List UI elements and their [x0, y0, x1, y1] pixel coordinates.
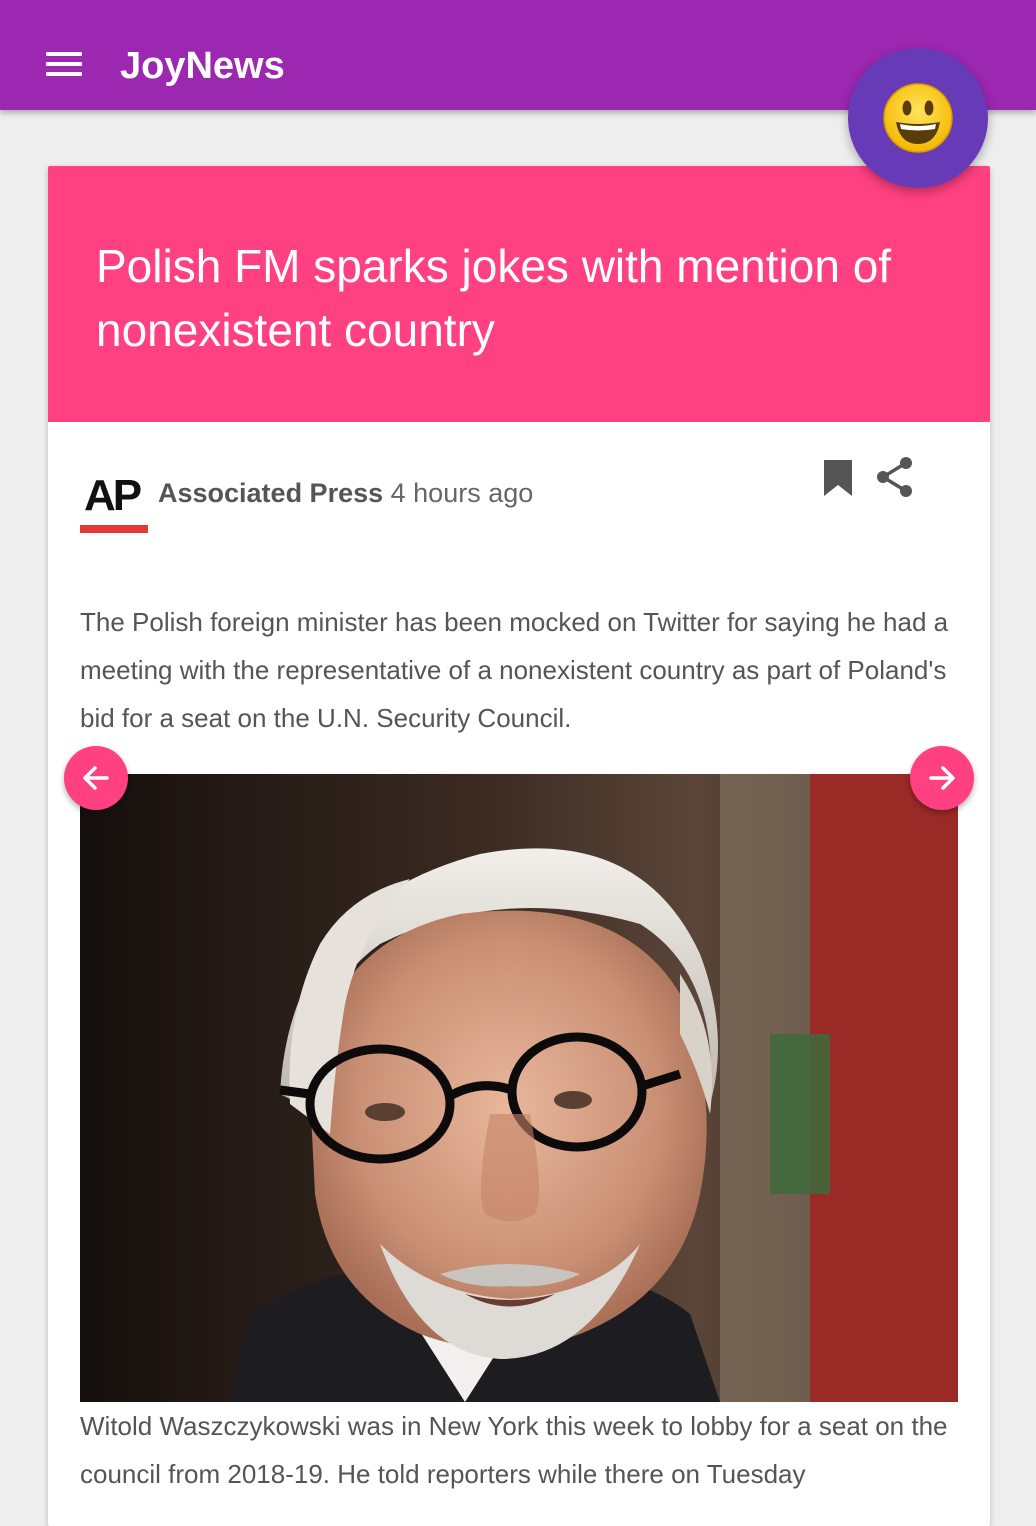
photo-caption: Witold Waszczykowski was in New York thi… [80, 1411, 948, 1489]
article-headline[interactable]: Polish FM sparks jokes with mention of n… [96, 234, 956, 362]
arrow-left-icon [83, 766, 109, 790]
smiley-face-icon [883, 83, 953, 153]
arrow-right-icon [929, 766, 955, 790]
article-summary: The Polish foreign minister has been moc… [80, 607, 949, 733]
article-card: Polish FM sparks jokes with mention of n… [48, 166, 990, 1526]
source-logo-underline [80, 525, 148, 533]
source-logo-text: AP [84, 471, 142, 520]
next-article-button[interactable] [910, 746, 974, 810]
bookmark-icon[interactable] [820, 458, 856, 498]
headline-banner: Polish FM sparks jokes with mention of n… [48, 166, 990, 422]
source-logo: AP [80, 471, 148, 533]
app-title: JoyNews [120, 45, 285, 87]
article-photo [80, 774, 958, 1402]
publish-time: 4 hours ago [390, 478, 534, 508]
share-icon[interactable] [872, 454, 918, 500]
previous-article-button[interactable] [64, 746, 128, 810]
byline: Associated Press 4 hours ago [158, 474, 533, 512]
mood-button[interactable] [848, 48, 988, 188]
hamburger-menu-icon[interactable] [46, 52, 82, 76]
source-name[interactable]: Associated Press [158, 478, 383, 508]
